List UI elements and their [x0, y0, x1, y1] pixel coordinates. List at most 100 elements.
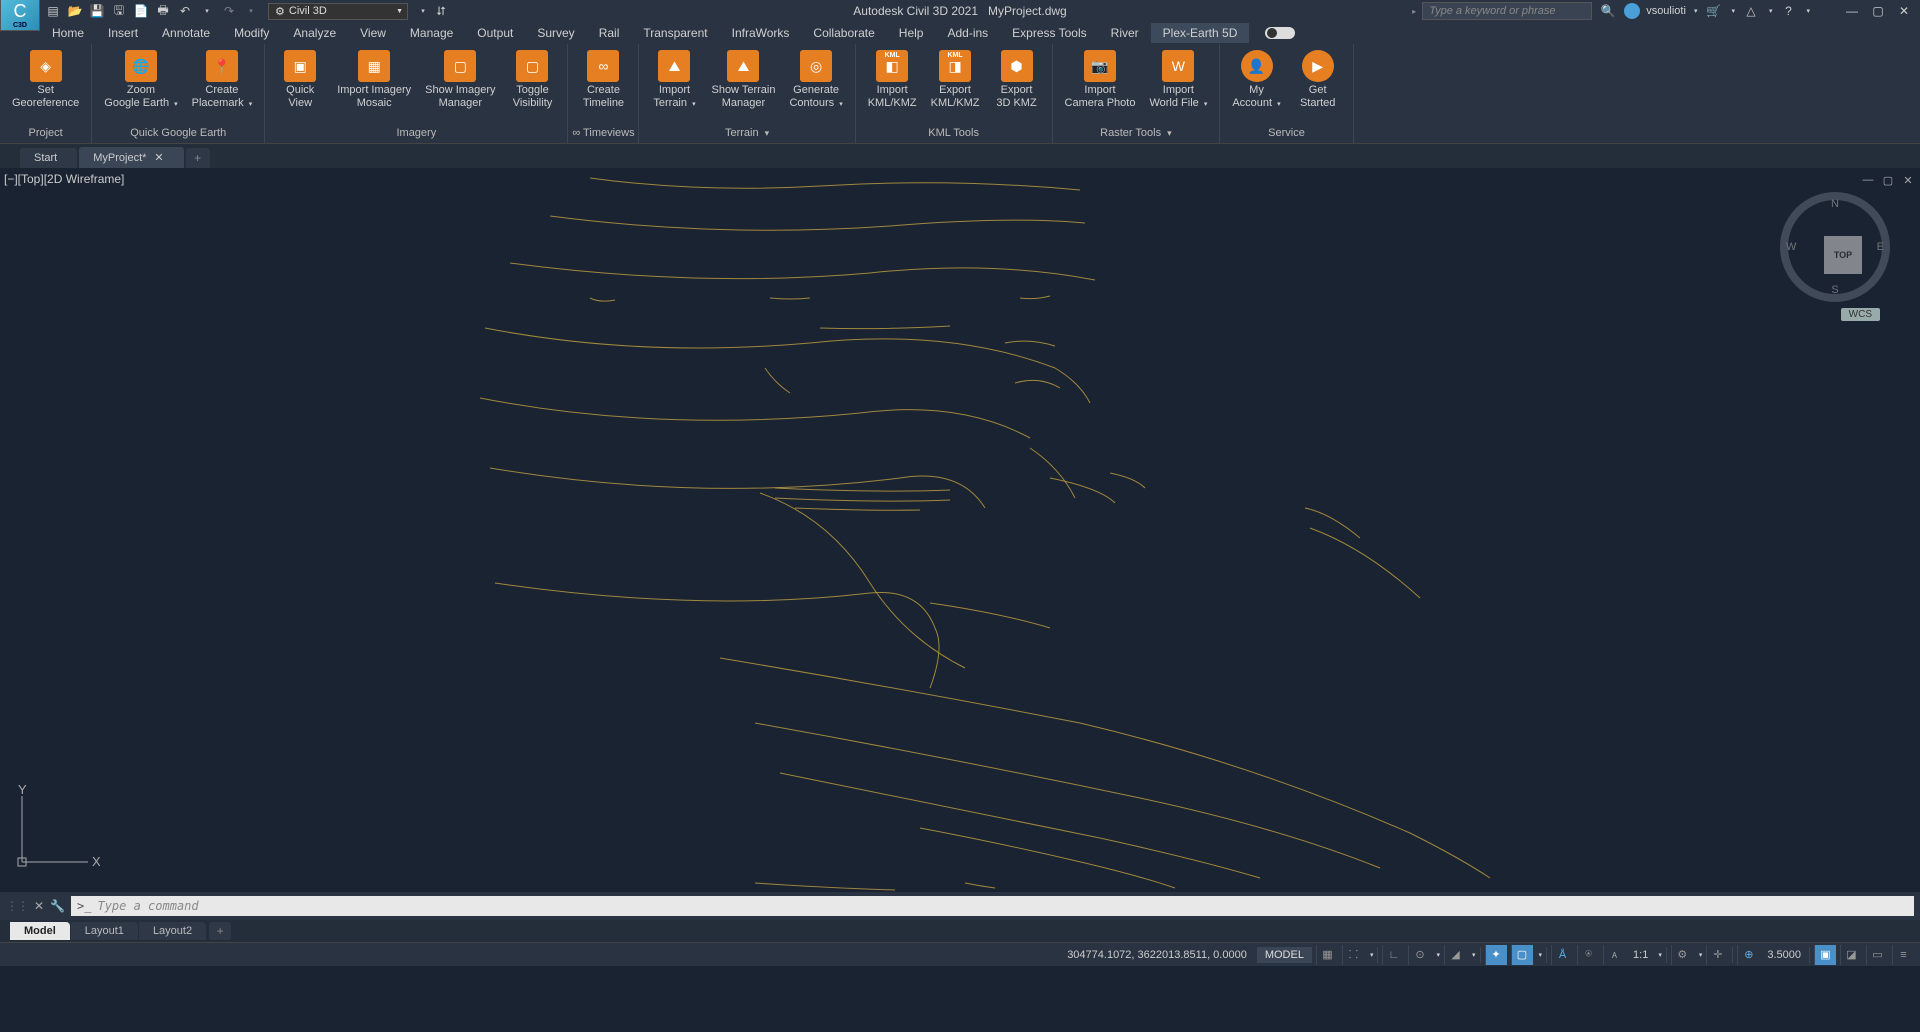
isodraft-icon[interactable]: ◢ [1444, 945, 1466, 965]
viewcube-top-face[interactable]: TOP [1824, 236, 1862, 274]
customize-icon[interactable]: ≡ [1892, 945, 1914, 965]
minimize-button[interactable]: — [1842, 2, 1862, 20]
doc-tab-myproject-[interactable]: MyProject*✕ [79, 147, 183, 168]
layout-add-button[interactable]: + [209, 922, 231, 940]
user-avatar-icon[interactable] [1624, 3, 1640, 19]
cmd-customize-icon[interactable]: 🔧 [50, 899, 65, 913]
help-dd[interactable]: ▾ [1806, 7, 1810, 15]
grid-icon[interactable]: ▦ [1316, 945, 1338, 965]
workspace-dropdown[interactable]: ⚙ Civil 3D [268, 3, 408, 20]
doc-tab-start[interactable]: Start [20, 148, 77, 168]
ribbon-btn-my-account[interactable]: 👤MyAccount ▾ [1228, 48, 1284, 112]
menu-express-tools[interactable]: Express Tools [1000, 23, 1098, 43]
search-icon[interactable]: 🔍 [1598, 2, 1618, 20]
osnap2d-icon[interactable]: ▢ [1511, 945, 1533, 965]
ribbon-btn-zoom-google-earth[interactable]: 🌐ZoomGoogle Earth ▾ [100, 48, 181, 112]
command-input[interactable]: >_ Type a command [71, 896, 1914, 916]
menu-annotate[interactable]: Annotate [150, 23, 222, 43]
ribbon-btn-quick-view[interactable]: ▣QuickView [273, 48, 327, 112]
qat-extra-dd[interactable]: ▾ [414, 2, 432, 20]
redo-dd-icon[interactable]: ▾ [242, 2, 260, 20]
gear-icon[interactable]: ⚙ [1671, 945, 1693, 965]
ribbon-btn-import-imagery-mosaic[interactable]: ▦Import ImageryMosaic [333, 48, 415, 112]
menu-analyze[interactable]: Analyze [281, 23, 348, 43]
menu-plex-earth-5d[interactable]: Plex-Earth 5D [1151, 23, 1250, 43]
model-space-toggle[interactable]: MODEL [1257, 947, 1312, 963]
anno-vis-icon[interactable]: ⍟ [1577, 945, 1599, 965]
menu-collaborate[interactable]: Collaborate [801, 23, 886, 43]
ribbon-btn-export-3d-kmz[interactable]: ⬢Export3D KMZ [990, 48, 1044, 112]
compass-w[interactable]: W [1786, 241, 1796, 253]
anno-auto-icon[interactable]: ᴀ [1603, 945, 1625, 965]
app-icon[interactable]: CC3D [0, 0, 40, 31]
cart-icon[interactable]: 🛒 [1703, 2, 1723, 20]
polar-icon[interactable]: ⊙ [1408, 945, 1430, 965]
undo-dd-icon[interactable]: ▾ [198, 2, 216, 20]
ribbon-btn-create-timeline[interactable]: ∞CreateTimeline [576, 48, 630, 112]
menu-infraworks[interactable]: InfraWorks [720, 23, 802, 43]
viewcube[interactable]: N S E W TOP [1780, 192, 1890, 302]
cmd-close-icon[interactable]: ✕ [34, 899, 44, 913]
wcs-badge[interactable]: WCS [1841, 308, 1880, 321]
compass-s[interactable]: S [1831, 284, 1838, 296]
snap-icon[interactable]: ⸬ [1342, 945, 1364, 965]
share-icon[interactable]: ⮃ [432, 2, 450, 20]
menu-output[interactable]: Output [465, 23, 525, 43]
ribbon-toggle-switch[interactable] [1265, 27, 1295, 39]
ribbon-btn-toggle-visibility[interactable]: ▢ToggleVisibility [505, 48, 559, 112]
undo-icon[interactable]: ↶ [176, 2, 194, 20]
ribbon-btn-generate-contours[interactable]: ◎GenerateContours ▾ [785, 48, 846, 112]
redo-icon[interactable]: ↷ [220, 2, 238, 20]
osnap-icon[interactable]: ✦ [1485, 945, 1507, 965]
menu-river[interactable]: River [1099, 23, 1151, 43]
tab-add-button[interactable]: + [186, 148, 210, 168]
close-button[interactable]: ✕ [1894, 2, 1914, 20]
hw-accel-icon[interactable]: ▣ [1814, 945, 1836, 965]
menu-view[interactable]: View [348, 23, 398, 43]
menu-help[interactable]: Help [887, 23, 936, 43]
crosshair-icon[interactable]: ✛ [1706, 945, 1728, 965]
cart-dd[interactable]: ▾ [1731, 7, 1735, 15]
ribbon-btn-get-started[interactable]: ▶GetStarted [1291, 48, 1345, 112]
tab-close-icon[interactable]: ✕ [154, 151, 163, 164]
snap-dd[interactable]: ▾ [1370, 951, 1374, 959]
plot-icon[interactable]: 📄 [132, 2, 150, 20]
ribbon-btn-import-kml-kmz[interactable]: ◧ImportKML/KMZ [864, 48, 921, 112]
gear-dd[interactable]: ▾ [1699, 951, 1703, 959]
autodesk-icon[interactable]: △ [1741, 2, 1761, 20]
menu-survey[interactable]: Survey [525, 23, 586, 43]
anno-scale-value[interactable]: 3.5000 [1763, 949, 1805, 961]
compass-n[interactable]: N [1831, 198, 1839, 210]
ribbon-btn-create-placemark[interactable]: 📍CreatePlacemark ▾ [188, 48, 257, 112]
scale-dd[interactable]: ▾ [1658, 951, 1662, 959]
user-dd[interactable]: ▾ [1694, 7, 1698, 15]
ribbon-btn-set-georeference[interactable]: ◈SetGeoreference [8, 48, 83, 112]
ribbon-btn-import-world-file[interactable]: WImportWorld File ▾ [1145, 48, 1211, 112]
layout-tab-layout1[interactable]: Layout1 [71, 922, 138, 940]
menu-transparent[interactable]: Transparent [631, 23, 719, 43]
print-icon[interactable]: 🖶 [154, 2, 172, 20]
layout-tab-model[interactable]: Model [10, 922, 70, 940]
isolate-icon[interactable]: ◪ [1840, 945, 1862, 965]
autodesk-dd[interactable]: ▾ [1769, 7, 1773, 15]
scale-ratio[interactable]: 1:1 [1629, 949, 1652, 961]
ortho-icon[interactable]: ∟ [1382, 945, 1404, 965]
save-icon[interactable]: 💾 [88, 2, 106, 20]
osnap-dd[interactable]: ▾ [1539, 951, 1543, 959]
ribbon-btn-show-imagery-manager[interactable]: ▢Show ImageryManager [421, 48, 499, 112]
search-input[interactable]: Type a keyword or phrase [1422, 2, 1592, 20]
saveas-icon[interactable]: 🖫 [110, 2, 128, 20]
clean-screen-icon[interactable]: ▭ [1866, 945, 1888, 965]
anno-icon[interactable]: Å [1551, 945, 1573, 965]
ribbon-btn-import-terrain[interactable]: ⛰ImportTerrain ▾ [647, 48, 701, 112]
viewport[interactable]: [−][Top][2D Wireframe] — ▢ ✕ [0, 168, 1920, 892]
coords-readout[interactable]: 304774.1072, 3622013.8511, 0.0000 [1067, 949, 1247, 961]
ribbon-btn-export-kml-kmz[interactable]: ◨ExportKML/KMZ [927, 48, 984, 112]
menu-insert[interactable]: Insert [96, 23, 150, 43]
isodraft-dd[interactable]: ▾ [1472, 951, 1476, 959]
menu-modify[interactable]: Modify [222, 23, 281, 43]
polar-dd[interactable]: ▾ [1436, 951, 1440, 959]
open-icon[interactable]: 📂 [66, 2, 84, 20]
help-icon[interactable]: ? [1778, 2, 1798, 20]
ribbon-btn-import-camera-photo[interactable]: 📷ImportCamera Photo [1061, 48, 1140, 112]
